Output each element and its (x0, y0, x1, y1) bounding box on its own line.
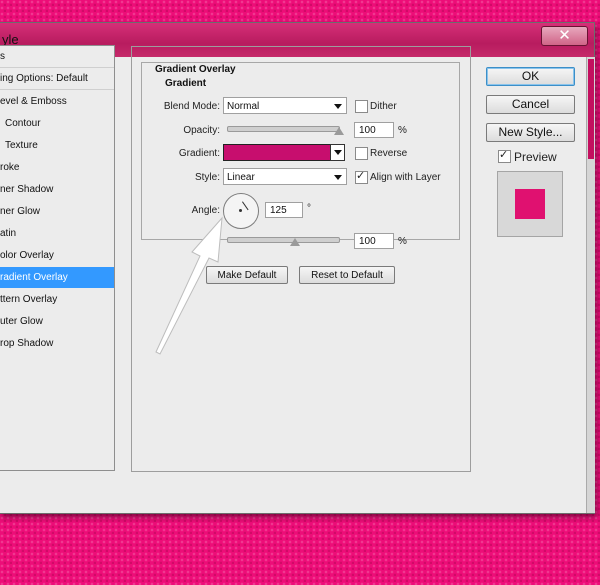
group-title: Gradient (163, 78, 209, 89)
scale-unit: % (398, 236, 407, 247)
blend-mode-select[interactable]: Normal (223, 97, 347, 114)
opacity-unit: % (398, 125, 407, 136)
align-with-layer-checkbox[interactable] (355, 169, 368, 184)
scale-input[interactable]: 100 (354, 233, 394, 249)
right-edge-scrollbar[interactable] (586, 57, 595, 513)
preview-swatch (515, 189, 545, 219)
style-item-gradient-overlay[interactable]: radient Overlay (0, 267, 114, 288)
close-button[interactable]: ✕ (541, 26, 588, 46)
style-select[interactable]: Linear (223, 168, 347, 185)
preview-thumbnail (497, 171, 563, 237)
angle-dial[interactable] (223, 193, 259, 229)
angle-label: Angle: (191, 205, 220, 216)
style-item-blending-options[interactable]: ing Options: Default (0, 68, 114, 90)
scale-slider-thumb[interactable] (290, 238, 300, 246)
style-item-outer-glow[interactable]: uter Glow (0, 311, 114, 332)
style-item-stroke[interactable]: roke (0, 157, 114, 178)
dither-label: Dither (370, 101, 397, 112)
cancel-button[interactable]: Cancel (486, 95, 575, 114)
chevron-down-icon (334, 104, 342, 109)
style-item-styles[interactable]: s (0, 46, 114, 68)
styles-list: s ing Options: Default evel & Emboss Con… (0, 45, 115, 471)
section-title: Gradient Overlay (153, 64, 238, 75)
close-icon: ✕ (558, 26, 571, 44)
opacity-slider[interactable] (227, 126, 340, 132)
style-item-bevel-emboss[interactable]: evel & Emboss (0, 91, 114, 112)
ok-button[interactable]: OK (486, 67, 575, 86)
style-value: Linear (227, 172, 255, 183)
scale-slider[interactable] (227, 237, 340, 243)
preview-checkbox[interactable] (498, 148, 511, 163)
scale-label: S (213, 236, 220, 247)
gradient-dropdown-button[interactable] (330, 144, 345, 161)
dither-checkbox[interactable] (355, 100, 368, 113)
opacity-label: Opacity: (183, 125, 220, 136)
gradient-label: Gradient: (178, 148, 220, 159)
style-item-drop-shadow[interactable]: rop Shadow (0, 333, 114, 354)
gradient-swatch[interactable] (223, 144, 331, 161)
chevron-down-icon (334, 175, 342, 180)
style-label: Style: (194, 172, 220, 183)
reset-to-default-button[interactable]: Reset to Default (299, 266, 395, 284)
angle-indicator (242, 201, 249, 211)
angle-input[interactable]: 125 (265, 202, 303, 218)
reverse-label: Reverse (370, 148, 408, 159)
style-item-pattern-overlay[interactable]: ttern Overlay (0, 289, 114, 310)
opacity-slider-thumb[interactable] (334, 127, 344, 135)
blend-mode-value: Normal (227, 101, 260, 112)
style-item-satin[interactable]: atin (0, 223, 114, 244)
opacity-input[interactable]: 100 (354, 122, 394, 138)
make-default-button[interactable]: Make Default (206, 266, 288, 284)
align-with-layer-label: Align with Layer (370, 172, 441, 183)
reverse-checkbox[interactable] (355, 147, 368, 160)
style-item-texture[interactable]: Texture (0, 135, 114, 156)
new-style-button[interactable]: New Style... (486, 123, 575, 142)
angle-dial-center (239, 209, 242, 212)
style-item-contour[interactable]: Contour (0, 113, 114, 134)
blend-mode-label: Blend Mode: (163, 101, 220, 112)
scrollbar-thumb[interactable] (588, 59, 594, 159)
style-item-inner-glow[interactable]: ner Glow (0, 201, 114, 222)
style-item-inner-shadow[interactable]: ner Shadow (0, 179, 114, 200)
angle-unit: ° (307, 203, 311, 214)
preview-label: Preview (514, 150, 557, 164)
style-item-color-overlay[interactable]: olor Overlay (0, 245, 114, 266)
